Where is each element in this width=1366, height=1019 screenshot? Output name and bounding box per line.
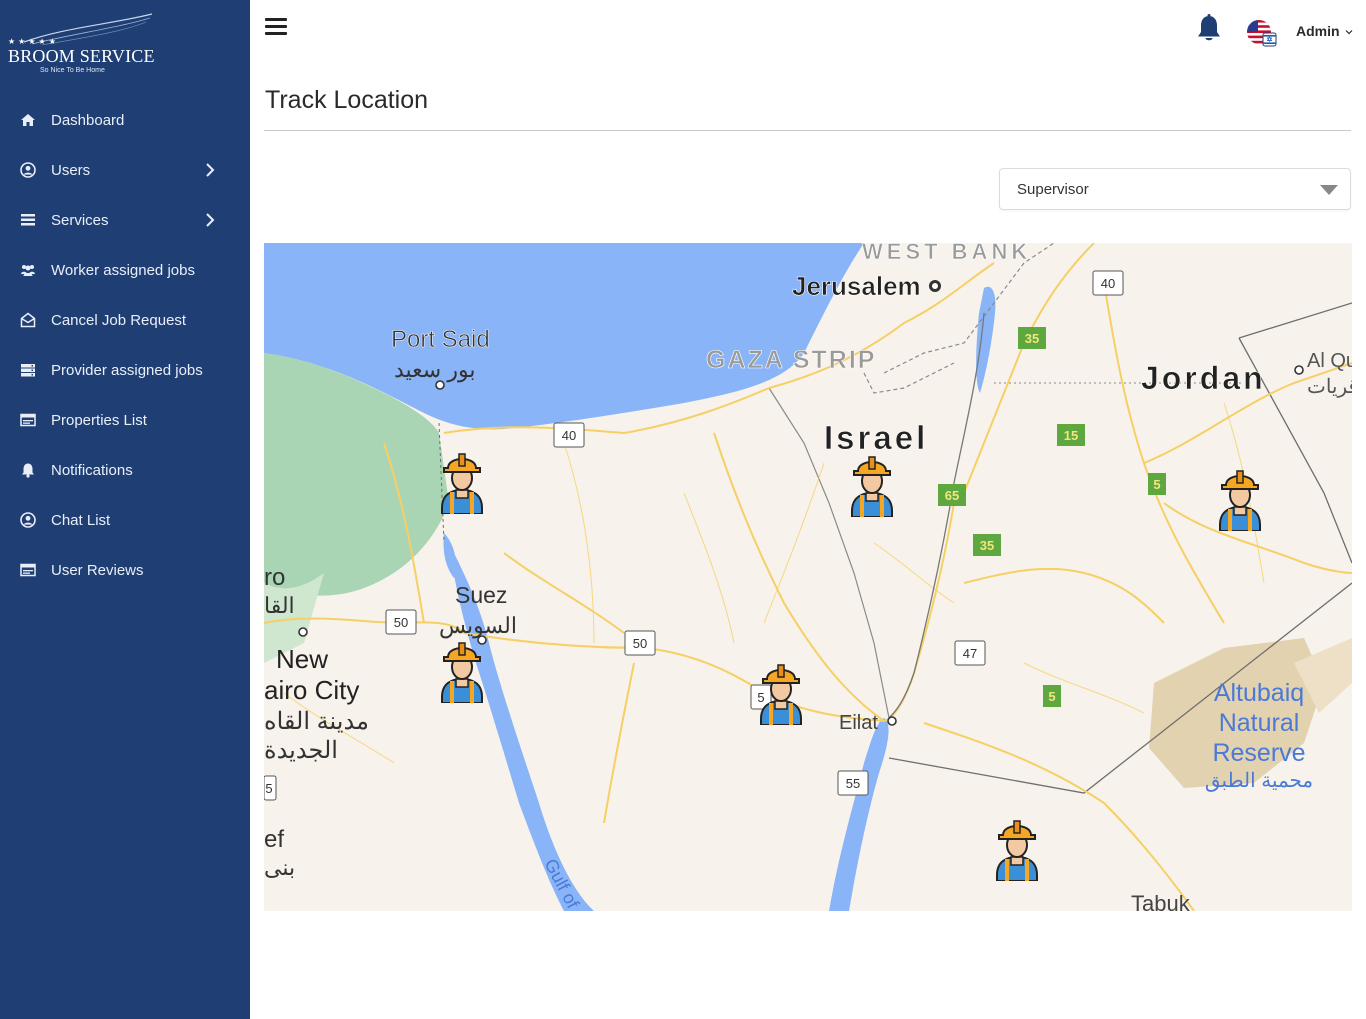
chevron-down-icon (1346, 30, 1353, 35)
sidebar-item-label: Services (51, 211, 109, 229)
map-label-al-qu-ar: قريات (1307, 376, 1352, 398)
sidebar-item-label: Worker assigned jobs (51, 261, 195, 279)
role-select[interactable]: Supervisor (999, 168, 1351, 210)
map-label-new-cairo: New (276, 644, 328, 674)
map-label-new-cairo: airo City (264, 675, 359, 705)
map-label-cairo: ro (264, 564, 285, 591)
sidebar-item-label: Users (51, 161, 91, 179)
user-circle-icon (20, 512, 36, 528)
map-label-eilat: Eilat (839, 712, 878, 734)
map-label-port-said: Port Said (391, 326, 490, 353)
map-label-altubaiq: Natural (1219, 709, 1300, 737)
envelope-open-icon (20, 312, 36, 328)
construction-worker-icon[interactable] (434, 450, 490, 514)
construction-worker-icon[interactable] (844, 453, 900, 517)
map-label-tabuk: Tabuk (1131, 891, 1191, 911)
sidebar-item-user-reviews[interactable]: User Reviews (0, 545, 250, 595)
construction-worker-icon[interactable] (434, 639, 490, 703)
sidebar-item-label: Notifications (51, 461, 133, 479)
bell-icon (20, 462, 36, 478)
sidebar-item-properties-list[interactable]: Properties List (0, 395, 250, 445)
sidebar-item-label: Properties List (51, 411, 147, 429)
sidebar-item-chat-list[interactable]: Chat List (0, 495, 250, 545)
server-icon (20, 362, 36, 378)
users-icon (20, 262, 36, 278)
road-shield-5: 5 (1153, 477, 1160, 492)
map-label-new-cairo-ar: مدينة القاه (264, 708, 369, 735)
location-map[interactable]: 40 40 50 50 55 47 5 5 35 15 65 35 5 5 WE… (264, 243, 1352, 911)
road-shield-50: 50 (394, 615, 408, 630)
road-shield-40: 40 (562, 428, 576, 443)
sidebar: ★★★★★ BROOM SERVICE So Nice To Be Home D… (0, 0, 250, 1019)
map-label-altubaiq-ar: محمية الطبق (1205, 770, 1313, 792)
map-canvas: 40 40 50 50 55 47 5 5 35 15 65 35 5 5 WE… (264, 243, 1352, 911)
map-label-cairo-ar: القا (264, 593, 295, 618)
sidebar-item-provider-assigned-jobs[interactable]: Provider assigned jobs (0, 345, 250, 395)
map-label-gaza: GAZA STRIP (706, 346, 876, 374)
map-label-al-qu: Al Qu (1307, 350, 1352, 372)
user-menu[interactable]: Admin (1296, 23, 1353, 39)
us-israel-flag-icon[interactable] (1246, 16, 1278, 48)
road-shield-35: 35 (1025, 331, 1039, 346)
map-label-altubaiq: Reserve (1212, 739, 1305, 767)
brand-tagline: So Nice To Be Home (40, 67, 105, 74)
map-label-new-cairo-ar: الجديدة (264, 737, 338, 764)
page-title: Track Location (265, 86, 429, 114)
map-label-suez: Suez (455, 582, 507, 608)
road-shield-55: 55 (846, 776, 860, 791)
road-shield-15: 15 (1064, 428, 1078, 443)
hamburger-icon[interactable] (265, 18, 287, 36)
road-shield-5: 5 (265, 781, 272, 796)
map-label-beni-suef: ef (264, 826, 284, 853)
sidebar-item-worker-assigned-jobs[interactable]: Worker assigned jobs (0, 245, 250, 295)
chevron-right-icon (206, 163, 215, 177)
road-shield-47: 47 (963, 646, 977, 661)
id-card-icon (20, 412, 36, 428)
id-card-icon (20, 562, 36, 578)
road-shield-65: 65 (945, 488, 959, 503)
role-select-value: Supervisor (1017, 181, 1089, 198)
sidebar-item-cancel-job-request[interactable]: Cancel Job Request (0, 295, 250, 345)
sidebar-item-users[interactable]: Users (0, 145, 250, 195)
map-label-jordan: Jordan (1141, 360, 1266, 396)
map-label-west-bank: WEST BANK (862, 243, 1031, 264)
sidebar-item-label: Dashboard (51, 111, 125, 129)
road-shield-40: 40 (1101, 276, 1115, 291)
map-label-port-said-ar: بور سعيد (394, 357, 475, 383)
brand-name: BROOM SERVICE (8, 46, 155, 66)
map-label-suez-ar: السويس (439, 613, 517, 639)
chevron-down-icon (1320, 185, 1338, 195)
sidebar-item-services[interactable]: Services (0, 195, 250, 245)
user-circle-icon (20, 162, 36, 178)
map-label-israel: Israel (824, 419, 928, 456)
road-shield-5: 5 (1048, 689, 1055, 704)
map-label-gulf: Gulf of (540, 855, 583, 911)
sidebar-item-label: User Reviews (51, 561, 144, 579)
sidebar-item-dashboard[interactable]: Dashboard (0, 95, 250, 145)
sidebar-menu: Dashboard Users Services Worker assigned… (0, 95, 250, 595)
sidebar-item-label: Chat List (51, 511, 111, 529)
title-divider (264, 130, 1351, 131)
sidebar-item-label: Cancel Job Request (51, 311, 187, 329)
road-shield-50: 50 (633, 636, 647, 651)
construction-worker-icon[interactable] (1212, 467, 1268, 531)
home-icon (20, 112, 36, 128)
road-shield-35: 35 (980, 538, 994, 553)
brand-logo[interactable]: ★★★★★ BROOM SERVICE So Nice To Be Home (8, 12, 158, 82)
sidebar-item-notifications[interactable]: Notifications (0, 445, 250, 495)
list-icon (20, 212, 36, 228)
map-label-beni-suef-ar: بنى (264, 855, 295, 880)
user-name: Admin (1296, 23, 1340, 39)
sidebar-item-label: Provider assigned jobs (51, 361, 203, 379)
construction-worker-icon[interactable] (753, 661, 809, 725)
map-label-altubaiq: Altubaiq (1214, 679, 1304, 707)
brand-stars: ★★★★★ (8, 37, 59, 46)
map-label-jerusalem: Jerusalem (792, 271, 921, 301)
bell-icon[interactable] (1195, 14, 1223, 44)
construction-worker-icon[interactable] (989, 817, 1045, 881)
chevron-right-icon (206, 213, 215, 227)
